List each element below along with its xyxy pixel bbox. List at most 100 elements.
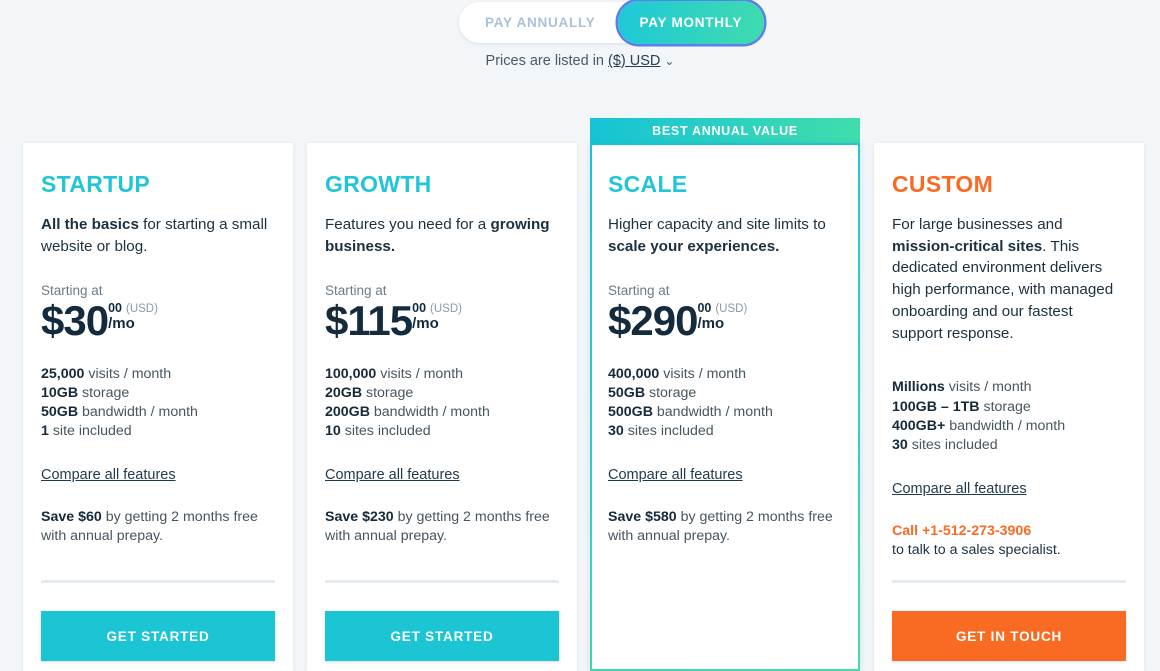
feature-value: 400GB+ (892, 417, 946, 434)
currency-selector-link[interactable]: ($) USD (608, 53, 660, 69)
save-note-startup: Save $60 by getting 2 months free with a… (41, 508, 275, 546)
feature-label: storage (362, 384, 414, 401)
plan-description-growth: Features you need for a growing business… (325, 214, 559, 257)
feature-label: bandwidth / month (369, 403, 490, 420)
plan-description-scale: Higher capacity and site limits to scale… (608, 214, 842, 257)
price-value: 115 (347, 296, 413, 344)
feature-value: 30 (892, 436, 908, 453)
price-superscript: 00 (USD) /mo (412, 302, 462, 332)
feature-list-growth: 100,000 visits / month 20GB storage 200G… (325, 365, 559, 441)
pricing-card-scale-body: SCALE Higher capacity and site limits to… (590, 143, 860, 671)
feature-value: 50GB (41, 403, 79, 420)
feature-label: visits / month (84, 365, 172, 382)
plan-description-emphasis: scale your experiences. (608, 237, 780, 255)
price-cents: 00 (697, 300, 712, 315)
feature-value: 100,000 (325, 365, 377, 382)
get-in-touch-button[interactable]: GET IN TOUCH (892, 611, 1126, 661)
best-annual-value-banner: BEST ANNUAL VALUE (590, 118, 860, 143)
plan-description-startup: All the basics for starting a small webs… (41, 214, 275, 257)
price-block-growth: Starting at $115 00 (USD) /mo (325, 283, 559, 341)
currency-note: Prices are listed in ($) USD ⌄ (0, 53, 1160, 69)
feature-label: sites included (907, 436, 998, 453)
feature-item: 200GB bandwidth / month (325, 403, 559, 421)
feature-label: visits / month (659, 365, 747, 382)
get-started-button[interactable]: GET STARTED (325, 611, 559, 661)
pay-annually-button[interactable]: PAY ANNUALLY (463, 2, 618, 43)
price-row: $30 00 (USD) /mo (41, 299, 275, 341)
save-amount: Save $580 (608, 509, 677, 526)
currency-symbol: $ (41, 296, 64, 344)
card-divider (892, 580, 1126, 583)
price-sup-top: 00 (USD) (697, 302, 747, 316)
feature-list-custom: Millions visits / month 100GB – 1TB stor… (892, 378, 1126, 454)
price-currency-code: (USD) (125, 302, 158, 315)
pricing-cards: STARTUP All the basics for starting a sm… (0, 118, 1160, 671)
pricing-card-startup: STARTUP All the basics for starting a sm… (23, 143, 293, 671)
plan-description-rest: Higher capacity and site limits to (608, 216, 826, 233)
compare-all-features-link[interactable]: Compare all features (608, 467, 743, 483)
feature-item: 1 site included (41, 422, 275, 440)
plan-description-custom: For large businesses and mission-critica… (892, 214, 1126, 344)
price-superscript: 00 (USD) /mo (697, 302, 747, 332)
save-note-scale: Save $580 by getting 2 months free with … (608, 508, 842, 546)
feature-list-startup: 25,000 visits / month 10GB storage 50GB … (41, 365, 275, 441)
feature-label: sites included (340, 423, 431, 440)
feature-item: 10 sites included (325, 422, 559, 440)
feature-item: 400GB+ bandwidth / month (892, 417, 1126, 435)
price-cents: 00 (108, 300, 122, 315)
price-row: $290 00 (USD) /mo (608, 299, 842, 341)
plan-name-growth: GROWTH (325, 171, 432, 197)
plan-name-scale: SCALE (608, 171, 688, 197)
feature-label: site included (48, 423, 132, 440)
plan-description-emphasis: mission-critical sites (892, 237, 1043, 255)
plan-description-rest: Features you need for a (325, 216, 491, 233)
feature-label: bandwidth / month (945, 417, 1066, 434)
compare-all-features-link[interactable]: Compare all features (892, 481, 1027, 497)
feature-label: visits / month (944, 379, 1032, 396)
price-amount: $115 (325, 299, 413, 341)
price-superscript: 00 (USD) /mo (108, 302, 158, 332)
feature-item: 10GB storage (41, 384, 275, 402)
compare-all-features-link[interactable]: Compare all features (325, 467, 460, 483)
feature-value: 400,000 (608, 365, 660, 382)
feature-label: visits / month (376, 365, 464, 382)
feature-value: 20GB (325, 384, 363, 401)
pricing-card-custom: CUSTOM For large businesses and mission-… (874, 143, 1144, 671)
sales-phone-link[interactable]: Call +1-512-273-3906 (892, 522, 1126, 541)
sales-contact-subtext: to talk to a sales specialist. (892, 542, 1061, 559)
save-amount: Save $60 (41, 509, 102, 526)
save-note-growth: Save $230 by getting 2 months free with … (325, 508, 559, 546)
feature-item: 100GB – 1TB storage (892, 398, 1126, 416)
pricing-card-scale: BEST ANNUAL VALUE SCALE Higher capacity … (590, 118, 860, 671)
price-value: 30 (63, 296, 109, 344)
feature-value: 200GB (325, 403, 370, 420)
feature-value: 10 (325, 423, 341, 440)
price-currency-code: (USD) (715, 302, 748, 315)
pay-monthly-button[interactable]: PAY MONTHLY (617, 1, 765, 44)
plan-name-startup: STARTUP (41, 171, 151, 197)
chevron-down-icon[interactable]: ⌄ (664, 54, 674, 68)
billing-toggle[interactable]: PAY ANNUALLY PAY MONTHLY (459, 1, 765, 44)
plan-name-custom: CUSTOM (892, 171, 994, 197)
price-sup-top: 00 (USD) (108, 302, 158, 316)
billing-toggle-area: PAY ANNUALLY PAY MONTHLY Prices are list… (0, 0, 1160, 80)
feature-label: sites included (623, 423, 714, 440)
price-row: $115 00 (USD) /mo (325, 299, 559, 341)
feature-value: 100GB – 1TB (892, 398, 980, 415)
feature-label: bandwidth / month (78, 403, 198, 420)
price-amount: $290 (608, 299, 698, 341)
feature-label: storage (78, 384, 130, 401)
price-currency-code: (USD) (430, 302, 462, 315)
compare-all-features-link[interactable]: Compare all features (41, 467, 176, 483)
price-period: /mo (412, 315, 439, 333)
feature-label: storage (645, 384, 697, 401)
price-block-startup: Starting at $30 00 (USD) /mo (41, 283, 275, 341)
currency-symbol: $ (608, 296, 631, 344)
feature-item: 30 sites included (608, 422, 842, 440)
get-started-button[interactable]: GET STARTED (41, 611, 275, 661)
feature-label: storage (979, 398, 1031, 415)
feature-label: bandwidth / month (652, 403, 773, 420)
feature-value: 10GB (41, 384, 79, 401)
currency-note-prefix: Prices are listed in (485, 53, 609, 69)
feature-item: 500GB bandwidth / month (608, 403, 842, 421)
